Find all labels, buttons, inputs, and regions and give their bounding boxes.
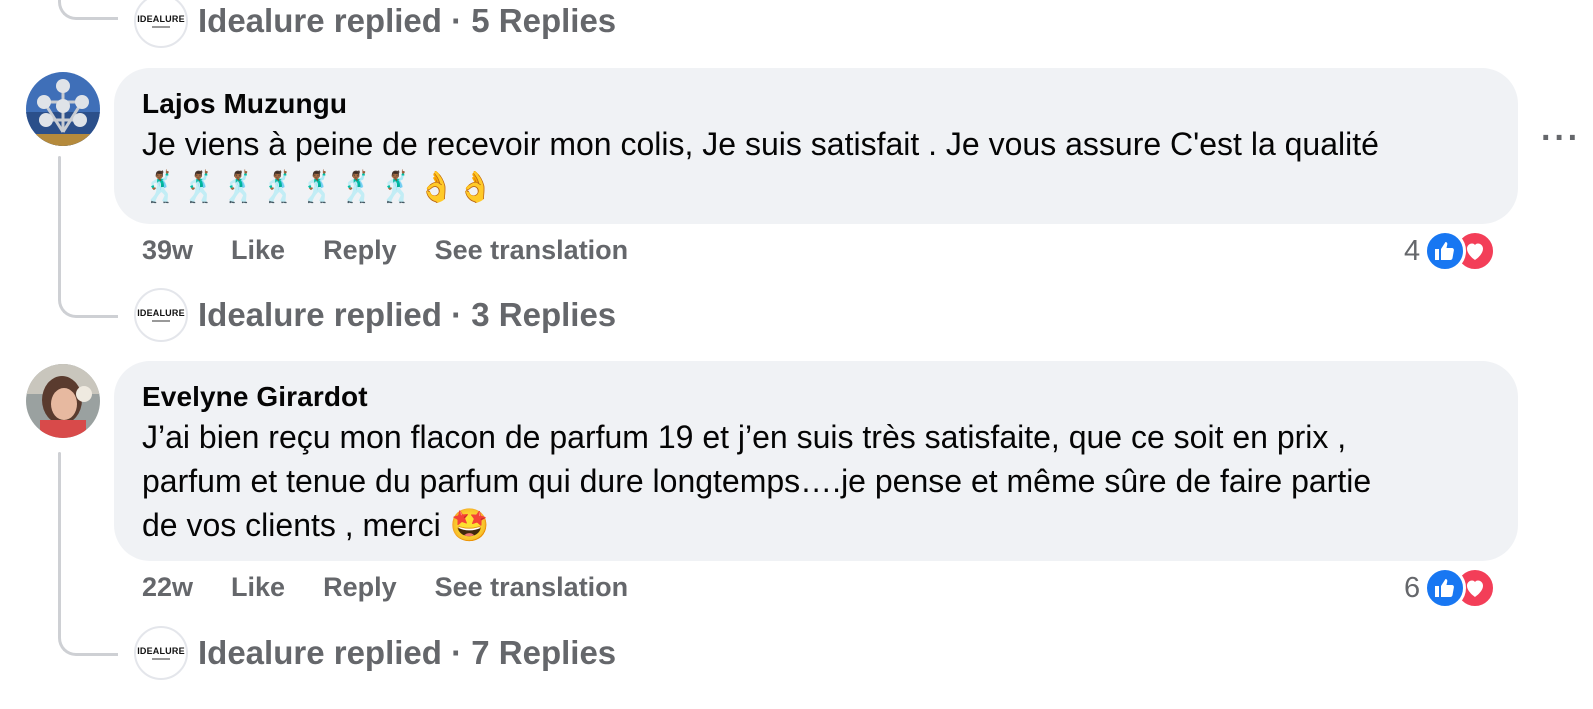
idealure-avatar: IDEALURE	[134, 626, 188, 680]
see-translation-button[interactable]: See translation	[435, 235, 629, 266]
idealure-avatar: IDEALURE	[134, 288, 188, 342]
comment-author[interactable]: Evelyne Girardot	[142, 379, 1490, 415]
reply-summary-2[interactable]: IDEALURE Idealure replied · 7 Replies	[134, 626, 616, 680]
reply-summary-1[interactable]: IDEALURE Idealure replied · 3 Replies	[134, 288, 616, 342]
avatar-lajos[interactable]	[26, 72, 100, 146]
star-struck-emoji: 🤩	[449, 506, 490, 544]
comment-bubble-2: Evelyne Girardot J’ai bien reçu mon flac…	[114, 361, 1518, 561]
avatar-brand-underline	[152, 320, 170, 322]
comment-text: Je viens à peine de recevoir mon colis, …	[142, 126, 1379, 162]
comment-text-line-1: J’ai bien reçu mon flacon de parfum 19 e…	[142, 419, 1347, 455]
comment-emojis: 🕺🏾🕺🏾🕺🏾🕺🏾🕺🏾🕺🏾🕺🏾👌👌	[142, 170, 497, 205]
reply-summary-label: Idealure replied · 3 Replies	[198, 296, 617, 333]
reaction-count: 4	[1404, 234, 1421, 267]
avatar-evelyne[interactable]	[26, 364, 100, 438]
reaction-count: 6	[1404, 571, 1421, 604]
comment-actions-1: 39w Like Reply See translation	[142, 235, 666, 266]
avatar-brand-text: IDEALURE	[137, 646, 185, 656]
comment-actions-2: 22w Like Reply See translation	[142, 572, 666, 603]
avatar-brand-text: IDEALURE	[137, 308, 185, 318]
comment-timestamp[interactable]: 22w	[142, 572, 193, 603]
more-options-icon[interactable]: ···	[1541, 121, 1581, 155]
avatar-brand-underline	[152, 658, 170, 660]
like-button[interactable]: Like	[231, 235, 285, 266]
avatar-brand-text: IDEALURE	[137, 14, 185, 24]
thread-line-2	[58, 452, 61, 632]
reply-summary-top[interactable]: IDEALURE Idealure replied · 5 Replies	[134, 0, 616, 48]
reply-button[interactable]: Reply	[323, 572, 397, 603]
comment-timestamp[interactable]: 39w	[142, 235, 193, 266]
thread-connector-top	[58, 0, 118, 20]
reply-button[interactable]: Reply	[323, 235, 397, 266]
comment-text-line-3-words: de vos clients , merci	[142, 507, 441, 543]
comment-text-line-2: parfum et tenue du parfum qui dure longt…	[142, 463, 1372, 499]
see-translation-button[interactable]: See translation	[435, 572, 629, 603]
like-icon	[1424, 567, 1467, 609]
idealure-avatar: IDEALURE	[134, 0, 188, 48]
reply-summary-label: Idealure replied · 5 Replies	[198, 2, 617, 39]
comment-text-line-3: de vos clients , merci 🤩	[142, 503, 1490, 547]
like-button[interactable]: Like	[231, 572, 285, 603]
reply-summary-label: Idealure replied · 7 Replies	[198, 634, 617, 671]
thread-connector-1	[58, 270, 118, 318]
thread-connector-2	[58, 610, 118, 656]
comment-author[interactable]: Lajos Muzungu	[142, 86, 1490, 122]
avatar-brand-underline	[152, 26, 170, 28]
reactions-summary-1[interactable]: 4	[1404, 230, 1497, 272]
like-icon	[1424, 230, 1467, 272]
reactions-summary-2[interactable]: 6	[1404, 567, 1497, 609]
comment-bubble-1: Lajos Muzungu Je viens à peine de recevo…	[114, 68, 1518, 224]
